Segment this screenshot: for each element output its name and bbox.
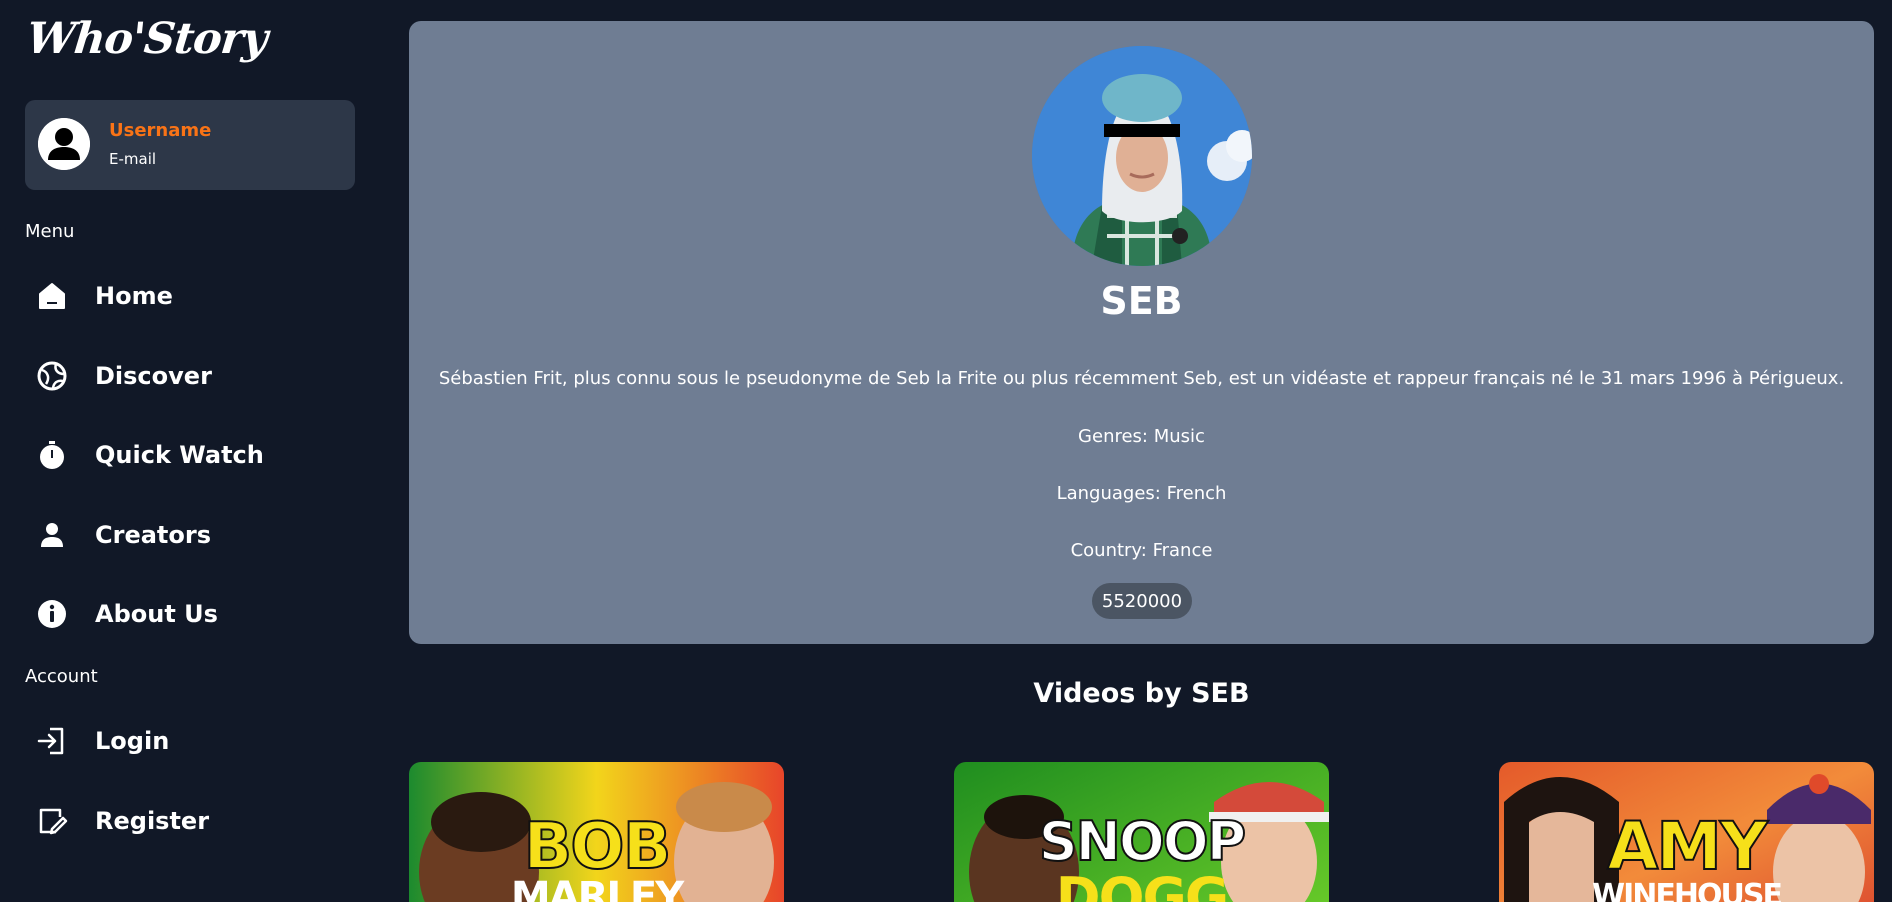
creator-languages: Languages: French <box>1056 483 1227 504</box>
account-section-label: Account <box>25 666 98 687</box>
profile-username: Username <box>109 120 212 141</box>
user-icon <box>30 513 74 557</box>
menu-section-label: Menu <box>25 221 75 242</box>
profile-card[interactable]: Username E-mail <box>25 100 355 190</box>
sidebar-item-discover[interactable]: Discover <box>30 351 330 401</box>
creator-card: SEB Sébastien Frit, plus connu sous le p… <box>409 21 1874 644</box>
sidebar-item-home[interactable]: Home <box>30 271 330 321</box>
sidebar-item-creators[interactable]: Creators <box>30 510 330 560</box>
video-title-line1: BOB <box>523 809 673 885</box>
video-thumbnail[interactable]: BOB MARLEY <box>409 762 784 902</box>
app-logo[interactable]: Who'Story <box>24 14 269 64</box>
info-icon <box>30 592 74 636</box>
creator-name: SEB <box>1100 279 1183 323</box>
creator-genres: Genres: Music <box>1078 426 1205 447</box>
sidebar-item-label: Creators <box>95 521 212 549</box>
sidebar-item-quick-watch[interactable]: Quick Watch <box>30 430 330 480</box>
sidebar-item-label: About Us <box>95 600 218 628</box>
video-title-line2: DOGG <box>1055 866 1229 902</box>
app-root: Who'Story Username E-mail Menu Home Disc… <box>0 0 1892 902</box>
video-thumbnail[interactable]: SNOOP DOGG <box>954 762 1329 902</box>
sidebar-item-label: Home <box>95 282 173 310</box>
video-title-line2: WINEHOUSE <box>1592 878 1783 902</box>
sidebar-item-register[interactable]: Register <box>30 796 330 846</box>
profile-email: E-mail <box>109 150 157 168</box>
user-avatar-icon <box>38 118 90 170</box>
sidebar: Who'Story Username E-mail Menu Home Disc… <box>0 0 380 902</box>
avatar <box>38 118 90 170</box>
home-icon <box>30 274 74 318</box>
video-thumbnail[interactable]: AMY WINEHOUSE <box>1499 762 1874 902</box>
sidebar-item-label: Login <box>95 727 170 755</box>
video-title-line2: MARLEY <box>510 874 684 902</box>
register-icon <box>30 799 74 843</box>
globe-icon <box>30 354 74 398</box>
login-icon <box>30 719 74 763</box>
video-title-line1: SNOOP <box>1038 809 1247 874</box>
videos-section-title: Videos by SEB <box>1033 678 1250 709</box>
sidebar-item-label: Register <box>95 807 210 835</box>
sidebar-item-label: Discover <box>95 362 212 390</box>
sidebar-item-login[interactable]: Login <box>30 716 330 766</box>
creator-photo <box>1032 46 1252 266</box>
video-title-line1: AMY <box>1606 807 1769 886</box>
sidebar-item-label: Quick Watch <box>95 441 264 469</box>
subscriber-count-badge: 5520000 <box>1092 583 1192 619</box>
sidebar-item-about-us[interactable]: About Us <box>30 589 330 639</box>
stopwatch-icon <box>30 433 74 477</box>
creator-country: Country: France <box>1070 540 1213 561</box>
creator-bio: Sébastien Frit, plus connu sous le pseud… <box>438 368 1845 389</box>
